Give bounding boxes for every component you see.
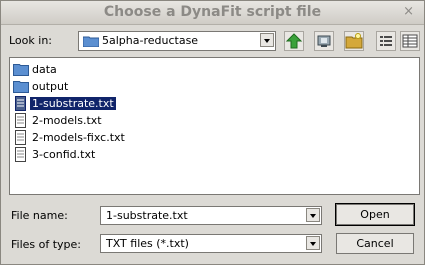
folder-icon	[13, 64, 29, 76]
file-name-field[interactable]: 1-substrate.txt	[100, 206, 322, 225]
cancel-button[interactable]: Cancel	[336, 233, 414, 254]
list-view-icon	[380, 36, 392, 46]
file-chooser-dialog: Choose a DynaFit script file × Look in: …	[0, 0, 425, 265]
close-icon[interactable]: ×	[403, 4, 414, 19]
file-name-label: File name:	[11, 209, 68, 222]
title-bar[interactable]: Choose a DynaFit script file ×	[1, 1, 424, 25]
look-in-value: 5alpha-reductase	[102, 34, 199, 47]
new-folder-button[interactable]	[344, 31, 364, 51]
file-type-label: Files of type:	[11, 238, 82, 251]
folder-icon	[13, 81, 29, 93]
file-type-select[interactable]: TXT files (*.txt)	[100, 234, 322, 253]
open-button[interactable]: Open	[335, 203, 415, 226]
file-list[interactable]: data output 1-substrate.txt 2-models.txt…	[9, 57, 420, 195]
chevron-down-icon[interactable]	[306, 208, 320, 222]
look-in-label: Look in:	[9, 34, 52, 47]
file-name: 2-models.txt	[32, 114, 102, 127]
document-icon	[15, 147, 26, 162]
file-name: 3-confid.txt	[32, 148, 96, 161]
dialog-title: Choose a DynaFit script file	[103, 4, 322, 20]
home-button[interactable]	[314, 31, 334, 51]
details-view-icon	[402, 34, 418, 48]
up-folder-button[interactable]	[284, 31, 304, 51]
folder-icon	[83, 36, 99, 47]
file-name-value: 1-substrate.txt	[106, 209, 188, 222]
file-name: data	[32, 63, 57, 76]
file-name: output	[32, 80, 69, 93]
details-view-button[interactable]	[400, 31, 420, 51]
up-folder-icon	[285, 33, 303, 49]
document-icon	[15, 113, 26, 128]
look-in-combo[interactable]: 5alpha-reductase	[78, 31, 276, 51]
new-folder-icon	[345, 33, 363, 49]
chevron-down-icon[interactable]	[260, 33, 274, 47]
file-name: 1-substrate.txt	[29, 96, 117, 111]
list-view-button[interactable]	[376, 31, 396, 51]
file-name: 2-models-fixc.txt	[32, 131, 125, 144]
document-icon	[15, 96, 26, 111]
home-icon	[317, 35, 331, 47]
file-type-value: TXT files (*.txt)	[106, 237, 189, 250]
chevron-down-icon[interactable]	[306, 236, 320, 250]
document-icon	[15, 130, 26, 145]
